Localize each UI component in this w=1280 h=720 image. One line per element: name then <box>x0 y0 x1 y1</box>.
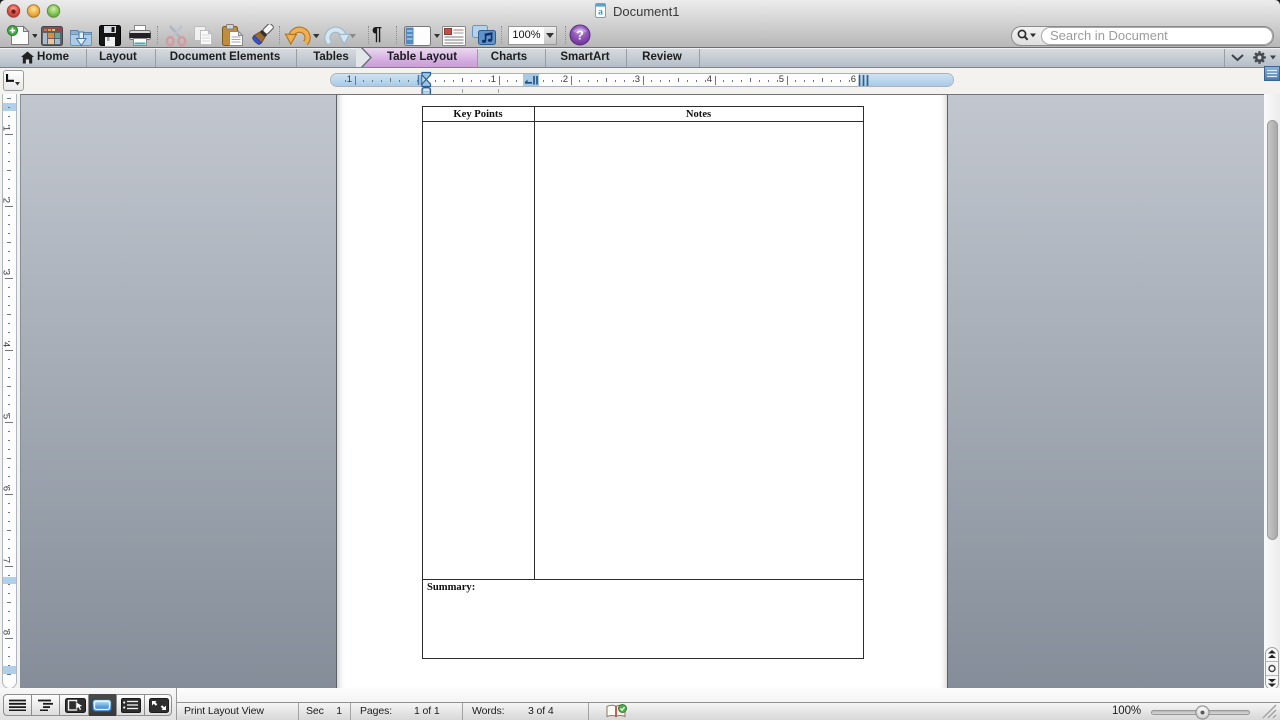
svg-text:?: ? <box>576 28 584 43</box>
svg-text:a: a <box>598 8 603 18</box>
